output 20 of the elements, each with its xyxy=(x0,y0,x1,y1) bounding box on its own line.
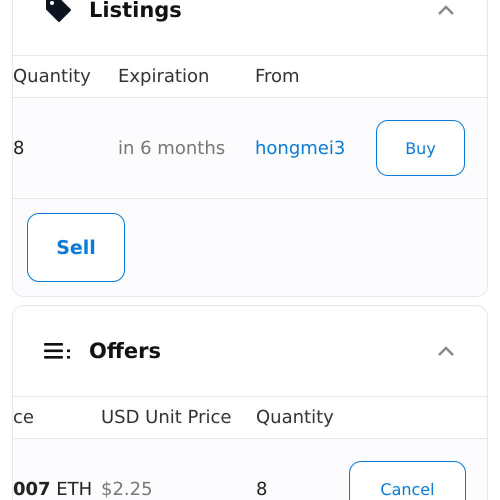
column-header: USD Unit Price xyxy=(101,407,232,428)
sell-button[interactable]: Sell xyxy=(27,213,125,282)
table-cell-text: $2.25 xyxy=(101,478,154,500)
column-header: From xyxy=(255,66,301,87)
column-header: ce xyxy=(13,407,35,428)
section-title: Offers xyxy=(89,339,162,363)
column-header: Quantity xyxy=(256,407,335,428)
action-button[interactable]: Cancel xyxy=(349,461,466,500)
table-cell-text: in 6 months xyxy=(118,138,226,158)
section-title: Listings xyxy=(89,0,183,22)
table-cell-text: 8 xyxy=(13,138,26,158)
chevron-up-icon[interactable] xyxy=(437,346,455,356)
chevron-up-icon[interactable] xyxy=(437,4,455,16)
user-link[interactable]: hongmei3 xyxy=(255,138,376,158)
table-cell-text: 007 ETH xyxy=(13,478,94,500)
list-icon xyxy=(44,342,72,360)
column-header: Quantity xyxy=(13,66,92,87)
action-button[interactable]: Buy xyxy=(376,120,465,176)
column-header: Expiration xyxy=(118,66,210,87)
table-cell-text: 8 xyxy=(256,478,268,500)
